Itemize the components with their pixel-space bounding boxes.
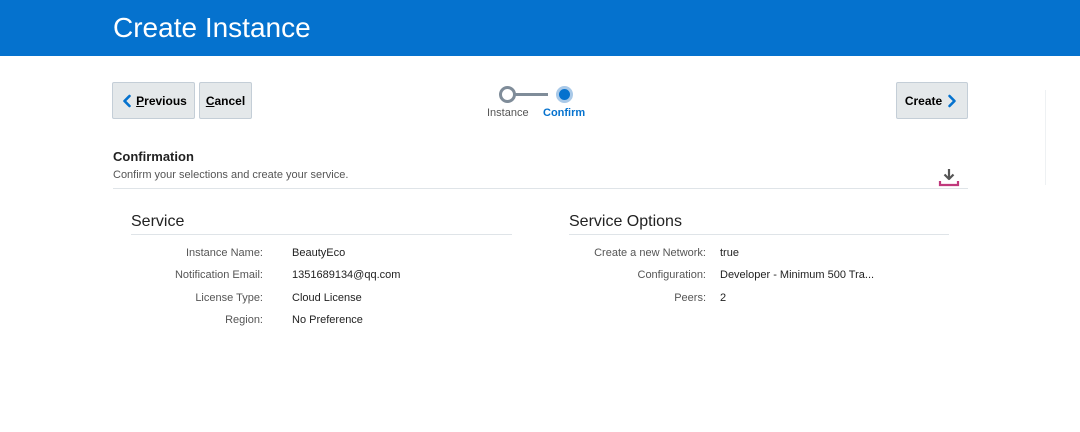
- divider: [1045, 90, 1046, 185]
- cancel-mnemonic: C: [205, 93, 215, 108]
- chevron-left-icon: [120, 94, 134, 108]
- download-icon[interactable]: [938, 166, 960, 188]
- service-section-divider: [131, 234, 512, 235]
- chevron-right-icon: [945, 94, 959, 108]
- region-value: No Preference: [292, 314, 363, 326]
- page-title: Create Instance: [113, 12, 311, 43]
- create-label: Create: [904, 93, 943, 108]
- create-network-value: true: [720, 247, 739, 259]
- create-button[interactable]: Create: [896, 82, 968, 119]
- previous-button[interactable]: Previous: [112, 82, 195, 119]
- configuration-value: Developer - Minimum 500 Tra...: [720, 269, 875, 281]
- confirmation-subtitle: Confirm your selections and create your …: [113, 169, 349, 181]
- peers-value: 2: [720, 292, 727, 304]
- confirmation-divider: [113, 188, 968, 189]
- region-label: Region:: [225, 314, 263, 326]
- field-row-configuration: Configuration: Developer - Minimum 500 T…: [0, 269, 1080, 283]
- page-header: Create Instance: [0, 0, 1080, 56]
- cancel-label: ancel: [214, 93, 246, 108]
- service-section-title: Service: [131, 213, 185, 230]
- train-label-instance[interactable]: Instance: [487, 107, 529, 119]
- peers-label: Peers:: [674, 292, 706, 304]
- service-options-section-divider: [569, 234, 949, 235]
- configuration-label: Configuration:: [637, 269, 707, 281]
- field-row-region: Region: No Preference: [0, 314, 1080, 328]
- service-options-section-title: Service Options: [569, 213, 682, 230]
- train-progress: Instance Confirm: [486, 84, 596, 124]
- create-network-label: Create a new Network:: [594, 247, 706, 259]
- field-row-create-network: Create a new Network: true: [0, 247, 1080, 261]
- train-stop-instance[interactable]: [499, 86, 516, 103]
- previous-mnemonic: P: [136, 93, 145, 108]
- previous-label: revious: [144, 93, 187, 108]
- confirmation-title: Confirmation: [113, 149, 194, 164]
- train-label-confirm: Confirm: [543, 107, 586, 119]
- field-row-peers: Peers: 2: [0, 292, 1080, 306]
- cancel-button[interactable]: Cancel: [199, 82, 252, 119]
- train-stop-confirm: [556, 86, 573, 103]
